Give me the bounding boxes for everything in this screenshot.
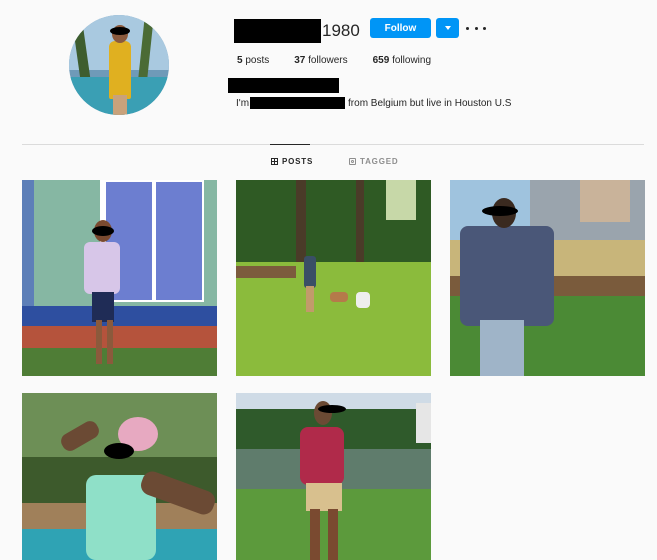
stat-following[interactable]: 659 following (373, 55, 431, 66)
avatar-person (109, 41, 131, 99)
avatar-face-redaction (110, 27, 130, 35)
username-redaction (234, 19, 321, 43)
post-thumbnail[interactable] (450, 180, 645, 376)
tab-tagged[interactable]: TAGGED (349, 157, 398, 166)
stat-followers-label: followers (308, 55, 348, 66)
active-tab-indicator (270, 144, 310, 145)
post-thumbnail[interactable] (236, 393, 431, 560)
grid-icon (271, 158, 278, 165)
stat-followers-count: 37 (294, 55, 306, 66)
stat-posts-label: posts (245, 55, 270, 66)
post-thumbnail[interactable] (236, 180, 431, 376)
profile-bio: I'm from Belgium but live in Houston U.S (236, 97, 511, 109)
username-suffix: 1980 (322, 21, 360, 40)
tab-posts[interactable]: POSTS (271, 157, 313, 166)
stat-followers[interactable]: 37 followers (294, 55, 347, 66)
post-thumbnail[interactable] (22, 180, 217, 376)
tab-tagged-label: TAGGED (360, 157, 399, 166)
tabs-divider (22, 144, 644, 145)
more-options-icon[interactable] (466, 20, 486, 36)
post-thumbnail[interactable] (22, 393, 217, 560)
full-name-redaction (228, 78, 339, 93)
avatar-legs (113, 95, 127, 115)
tab-posts-label: POSTS (282, 157, 314, 166)
dropdown-caret-icon[interactable] (436, 18, 459, 38)
bio-suffix: from Belgium but live in Houston U.S (348, 97, 512, 109)
bio-prefix: I'm (236, 97, 250, 109)
profile-stats: 5 posts 37 followers 659 following (237, 55, 456, 66)
stat-posts[interactable]: 5 posts (237, 55, 269, 66)
tagged-icon (349, 158, 356, 165)
profile-avatar[interactable] (69, 15, 169, 115)
stat-following-label: following (392, 55, 432, 66)
follow-button[interactable]: Follow (370, 18, 431, 38)
stat-posts-count: 5 (237, 55, 243, 66)
username: 1980 (234, 19, 360, 43)
bio-redaction (250, 97, 346, 109)
stat-following-count: 659 (372, 55, 390, 66)
